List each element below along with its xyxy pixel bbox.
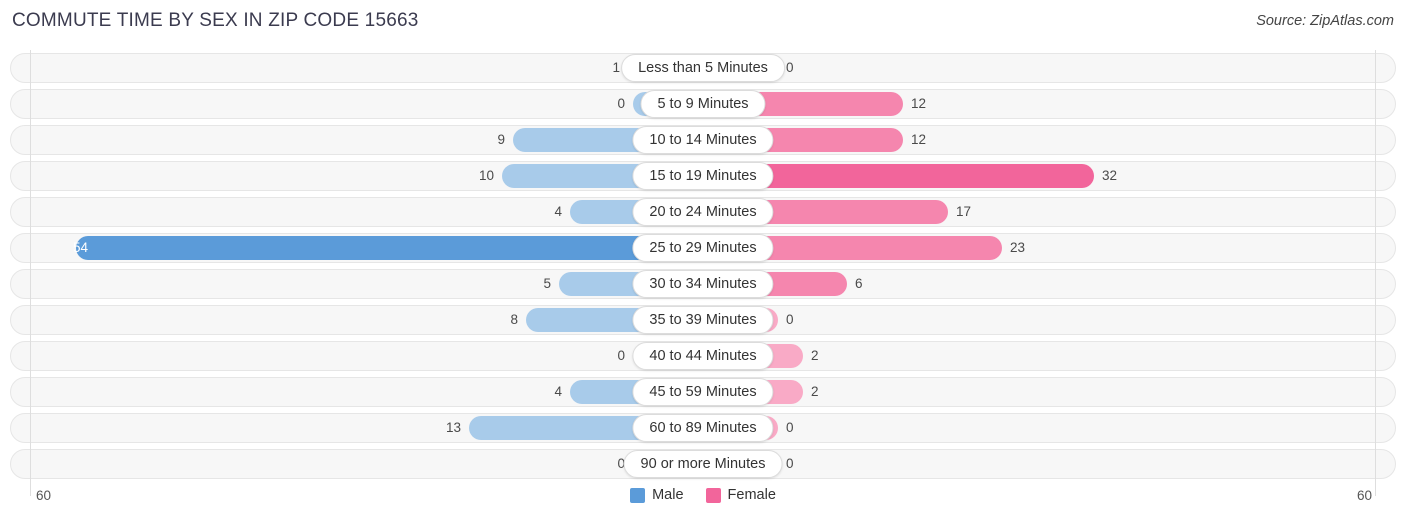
value-male: 9	[497, 132, 505, 147]
axis-line-left	[30, 266, 31, 302]
axis-line-right	[1375, 194, 1376, 230]
axis-line-right	[1375, 302, 1376, 338]
table-row: 9 12 10 to 14 Minutes	[0, 122, 1406, 158]
value-male: 54	[72, 240, 88, 255]
table-row: 4 17 20 to 24 Minutes	[0, 194, 1406, 230]
axis-line-right	[1375, 374, 1376, 410]
axis-line-right	[1375, 338, 1376, 374]
table-row: 0 0 90 or more Minutes	[0, 446, 1406, 482]
axis-line-left	[30, 158, 31, 194]
category-label: 30 to 34 Minutes	[632, 270, 774, 298]
axis-line-right	[1375, 122, 1376, 158]
value-male: 8	[510, 312, 518, 327]
axis-line-right	[1375, 446, 1376, 482]
value-female: 23	[1010, 240, 1026, 255]
axis-line-left	[30, 410, 31, 446]
value-male: 0	[617, 348, 625, 363]
value-female: 2	[811, 384, 819, 399]
value-female: 32	[1102, 168, 1118, 183]
table-row: 0 12 5 to 9 Minutes	[0, 86, 1406, 122]
category-label: 60 to 89 Minutes	[632, 414, 774, 442]
value-female: 0	[786, 60, 794, 75]
axis-line-left	[30, 194, 31, 230]
axis-line-right	[1375, 158, 1376, 194]
legend-swatch-icon	[630, 487, 646, 503]
value-male: 4	[554, 204, 562, 219]
axis-line-right	[1375, 266, 1376, 302]
chart-legend: Male Female	[0, 487, 1406, 503]
category-label: Less than 5 Minutes	[621, 54, 785, 82]
value-female: 0	[786, 312, 794, 327]
source-attribution: Source: ZipAtlas.com	[1256, 13, 1394, 29]
chart-footer: 60 60 Male Female	[0, 482, 1406, 523]
chart-header: COMMUTE TIME BY SEX IN ZIP CODE 15663 So…	[0, 0, 1406, 40]
axis-line-right	[1375, 86, 1376, 122]
axis-line-left	[30, 374, 31, 410]
value-male: 4	[554, 384, 562, 399]
category-label: 40 to 44 Minutes	[632, 342, 774, 370]
value-male: 0	[617, 96, 625, 111]
table-row: 13 0 60 to 89 Minutes	[0, 410, 1406, 446]
value-male: 13	[445, 420, 461, 435]
legend-item[interactable]: Female	[705, 487, 776, 503]
bar-male[interactable]	[76, 236, 703, 260]
axis-line-left	[30, 446, 31, 482]
bar-rows-container: 1 0 Less than 5 Minutes 0 12 5 to 9 Minutes 9 1…	[0, 50, 1406, 482]
page-title: COMMUTE TIME BY SEX IN ZIP CODE 15663	[12, 10, 419, 31]
axis-line-left	[30, 86, 31, 122]
legend-item[interactable]: Male	[630, 487, 684, 503]
table-row: 5 6 30 to 34 Minutes	[0, 266, 1406, 302]
axis-line-right	[1375, 410, 1376, 446]
axis-line-right	[1375, 50, 1376, 86]
category-label: 25 to 29 Minutes	[632, 234, 774, 262]
category-label: 5 to 9 Minutes	[640, 90, 766, 118]
chart-page: COMMUTE TIME BY SEX IN ZIP CODE 15663 So…	[0, 0, 1406, 523]
table-row: 10 32 15 to 19 Minutes	[0, 158, 1406, 194]
value-female: 12	[911, 96, 927, 111]
axis-line-left	[30, 230, 31, 266]
value-male: 1	[612, 60, 620, 75]
table-row: 1 0 Less than 5 Minutes	[0, 50, 1406, 86]
legend-label: Male	[652, 487, 684, 503]
table-row: 0 2 40 to 44 Minutes	[0, 338, 1406, 374]
value-female: 0	[786, 420, 794, 435]
axis-line-left	[30, 338, 31, 374]
axis-line-left	[30, 122, 31, 158]
category-label: 10 to 14 Minutes	[632, 126, 774, 154]
category-label: 15 to 19 Minutes	[632, 162, 774, 190]
legend-label: Female	[727, 487, 776, 503]
axis-line-right	[1375, 230, 1376, 266]
value-male: 10	[478, 168, 494, 183]
value-female: 0	[786, 456, 794, 471]
table-row: 4 2 45 to 59 Minutes	[0, 374, 1406, 410]
legend-swatch-icon	[705, 487, 721, 503]
value-female: 12	[911, 132, 927, 147]
value-female: 6	[855, 276, 863, 291]
table-row: 54 23 25 to 29 Minutes	[0, 230, 1406, 266]
category-label: 45 to 59 Minutes	[632, 378, 774, 406]
category-label: 35 to 39 Minutes	[632, 306, 774, 334]
value-female: 2	[811, 348, 819, 363]
axis-line-left	[30, 50, 31, 86]
axis-line-left	[30, 302, 31, 338]
category-label: 20 to 24 Minutes	[632, 198, 774, 226]
table-row: 8 0 35 to 39 Minutes	[0, 302, 1406, 338]
category-label: 90 or more Minutes	[623, 450, 783, 478]
value-female: 17	[956, 204, 972, 219]
value-male: 5	[543, 276, 551, 291]
